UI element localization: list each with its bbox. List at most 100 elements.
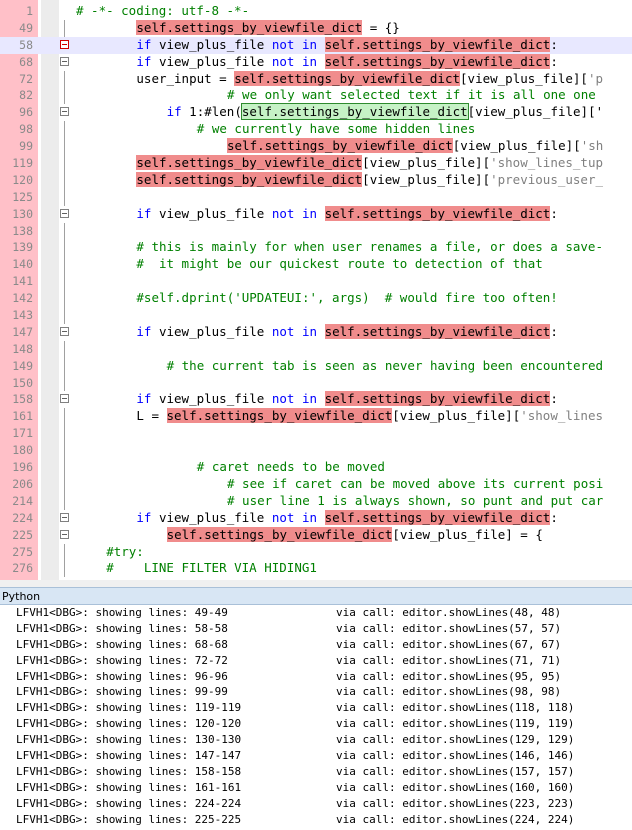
fold-toggle-icon[interactable] [60,208,69,218]
code-line[interactable]: 120 self.settings_by_viewfile_dict[view_p… [0,171,632,189]
search-match: self.settings_by_viewfile_dict [166,408,393,424]
code-line[interactable]: 225 self.settings_by_viewfile_dict[view_p… [0,526,632,544]
line-number: 140 [12,257,33,272]
code-token: not in [271,391,318,407]
code-token: 'show_lines_tup [490,155,603,171]
line-number: 82 [19,88,33,103]
code-token: 1:#len( [181,104,242,120]
fold-line [64,121,65,139]
code-token: if [136,323,152,339]
code-line[interactable]: 119 self.settings_by_viewfile_dict[view_p… [0,155,632,172]
code-line[interactable]: 158 if view_plus_file not in self.setting… [0,391,632,408]
fold-line [64,273,65,291]
line-number: 276 [12,561,33,576]
code-line[interactable]: 125 [0,188,632,206]
code-line[interactable]: 206 # see if caret can be moved above its… [0,475,632,493]
code-line[interactable]: 72 user_input = self.settings_by_viewfile… [0,70,632,88]
line-number: 196 [12,460,33,475]
code-line[interactable]: 139 # this is mainly for when user rename… [0,239,632,257]
code-line[interactable]: 147 if view_plus_file not in self.setting… [0,323,632,341]
fold-toggle-icon[interactable] [60,326,69,336]
code-line[interactable]: 196 # caret needs to be moved [0,459,632,476]
code-token: if [136,36,152,52]
console-line-call: via call: editor.showLines(119, 119) [336,717,575,731]
code-text: self.settings_by_viewfile_dict[view_plus… [136,171,603,189]
code-token: # we currently have some hidden lines [196,121,476,137]
fold-line [64,155,65,172]
code-lines[interactable]: 1 # -*- coding: utf-8 -*- 49 self.settings_… [0,3,632,578]
code-line[interactable]: 99 self.settings_by_viewfile_dict[view_pl… [0,138,632,156]
fold-toggle-icon[interactable] [60,394,69,404]
search-match: self.settings_by_viewfile_dict [324,205,551,221]
code-line[interactable]: 130 if view_plus_file not in self.setting… [0,205,632,223]
line-number: 171 [12,426,33,441]
line-number: 141 [12,274,33,289]
code-line[interactable]: 224 if view_plus_file not in self.setting… [0,509,632,527]
code-token: : [550,391,558,407]
console-line-message: LFVH1<DBG>: showing lines: 130-130 [16,733,242,747]
code-token: not in [271,509,318,525]
code-line[interactable]: 180 [0,442,632,460]
code-token: = {} [362,19,400,35]
search-match: self.settings_by_viewfile_dict [234,70,461,86]
python-console-output[interactable]: LFVH1<DBG>: showing lines: 49-49 via call… [0,605,632,830]
console-line-call: via call: editor.showLines(95, 95) [336,669,562,683]
code-line[interactable]: 140 # it might be our quickest route to d… [0,256,632,274]
console-line-message: LFVH1<DBG>: showing lines: 58-58 [16,621,228,635]
code-line[interactable]: 276 # LINE FILTER VIA HIDING1 [0,560,632,578]
line-number: 214 [12,493,33,508]
code-line[interactable]: 58 if view_plus_file not in self.settings… [0,36,632,54]
code-line[interactable]: 141 [0,273,632,291]
console-line: LFVH1<DBG>: showing lines: 119-119 via ca… [0,700,632,716]
console-line: LFVH1<DBG>: showing lines: 49-49 via call… [0,605,632,621]
code-line[interactable]: 68 if view_plus_file not in self.settings… [0,53,632,71]
panel-splitter[interactable] [0,580,632,587]
console-line-call: via call: editor.showLines(57, 57) [336,621,562,635]
line-number: 72 [19,71,33,86]
fold-toggle-icon[interactable] [60,512,69,522]
code-token: view_plus_file [151,205,272,221]
code-line[interactable]: 161 L = self.settings_by_viewfile_dict[vi… [0,408,632,426]
fold-line [64,70,65,88]
fold-toggle-icon[interactable] [60,107,69,117]
code-token: #try: [106,543,144,559]
code-line[interactable]: 1 # -*- coding: utf-8 -*- [0,3,632,20]
code-token: [view_plus_file][ [392,408,521,424]
code-token: : [550,205,558,221]
code-text: if 1:#len(self.settings_by_viewfile_dict… [167,103,603,121]
code-line[interactable]: 148 [0,340,632,358]
code-line[interactable]: 138 [0,222,632,240]
fold-line [64,307,65,324]
code-text: # this is mainly for when user renames a… [136,239,603,256]
code-line[interactable]: 142 #self.dprint('UPDATEUI:', args) # wou… [0,290,632,308]
code-editor[interactable]: 1 # -*- coding: utf-8 -*- 49 self.settings_… [0,0,632,580]
line-number: 147 [12,324,33,339]
code-line[interactable]: 275 #try: [0,543,632,561]
fold-toggle-icon[interactable] [60,39,69,49]
code-line[interactable]: 98 # we currently have some hidden lines [0,121,632,139]
console-line-message: LFVH1<DBG>: showing lines: 96-96 [16,669,228,683]
line-number: 180 [12,443,33,458]
console-line-message: LFVH1<DBG>: showing lines: 49-49 [16,606,228,619]
code-line[interactable]: 149 # the current tab is seen as never ha… [0,357,632,375]
fold-toggle-icon[interactable] [60,56,69,66]
code-text: if view_plus_file not in self.settings_b… [136,391,558,408]
code-line[interactable]: 150 [0,374,632,392]
code-line[interactable]: 171 [0,425,632,443]
code-line[interactable]: 214 # user line 1 is always shown, so pun… [0,492,632,510]
code-token: # -*- coding: utf-8 -*- [76,3,250,18]
code-line[interactable]: 143 [0,307,632,324]
search-match: self.settings_by_viewfile_dict [324,391,551,407]
code-token: 'p [587,70,604,86]
code-text: if view_plus_file not in self.settings_b… [136,205,558,223]
fold-toggle-icon[interactable] [60,529,69,539]
line-number: 150 [12,375,33,390]
code-line[interactable]: 82 # we only want selected text if it is … [0,87,632,105]
code-line[interactable]: 96 if 1:#len(self.settings_by_viewfile_di… [0,103,632,121]
code-token: # caret needs to be moved [196,459,385,475]
code-token: # user line 1 is always shown, so punt a… [227,492,604,508]
code-line[interactable]: 49 self.settings_by_viewfile_dict = {} [0,19,632,37]
fold-line [64,408,65,426]
